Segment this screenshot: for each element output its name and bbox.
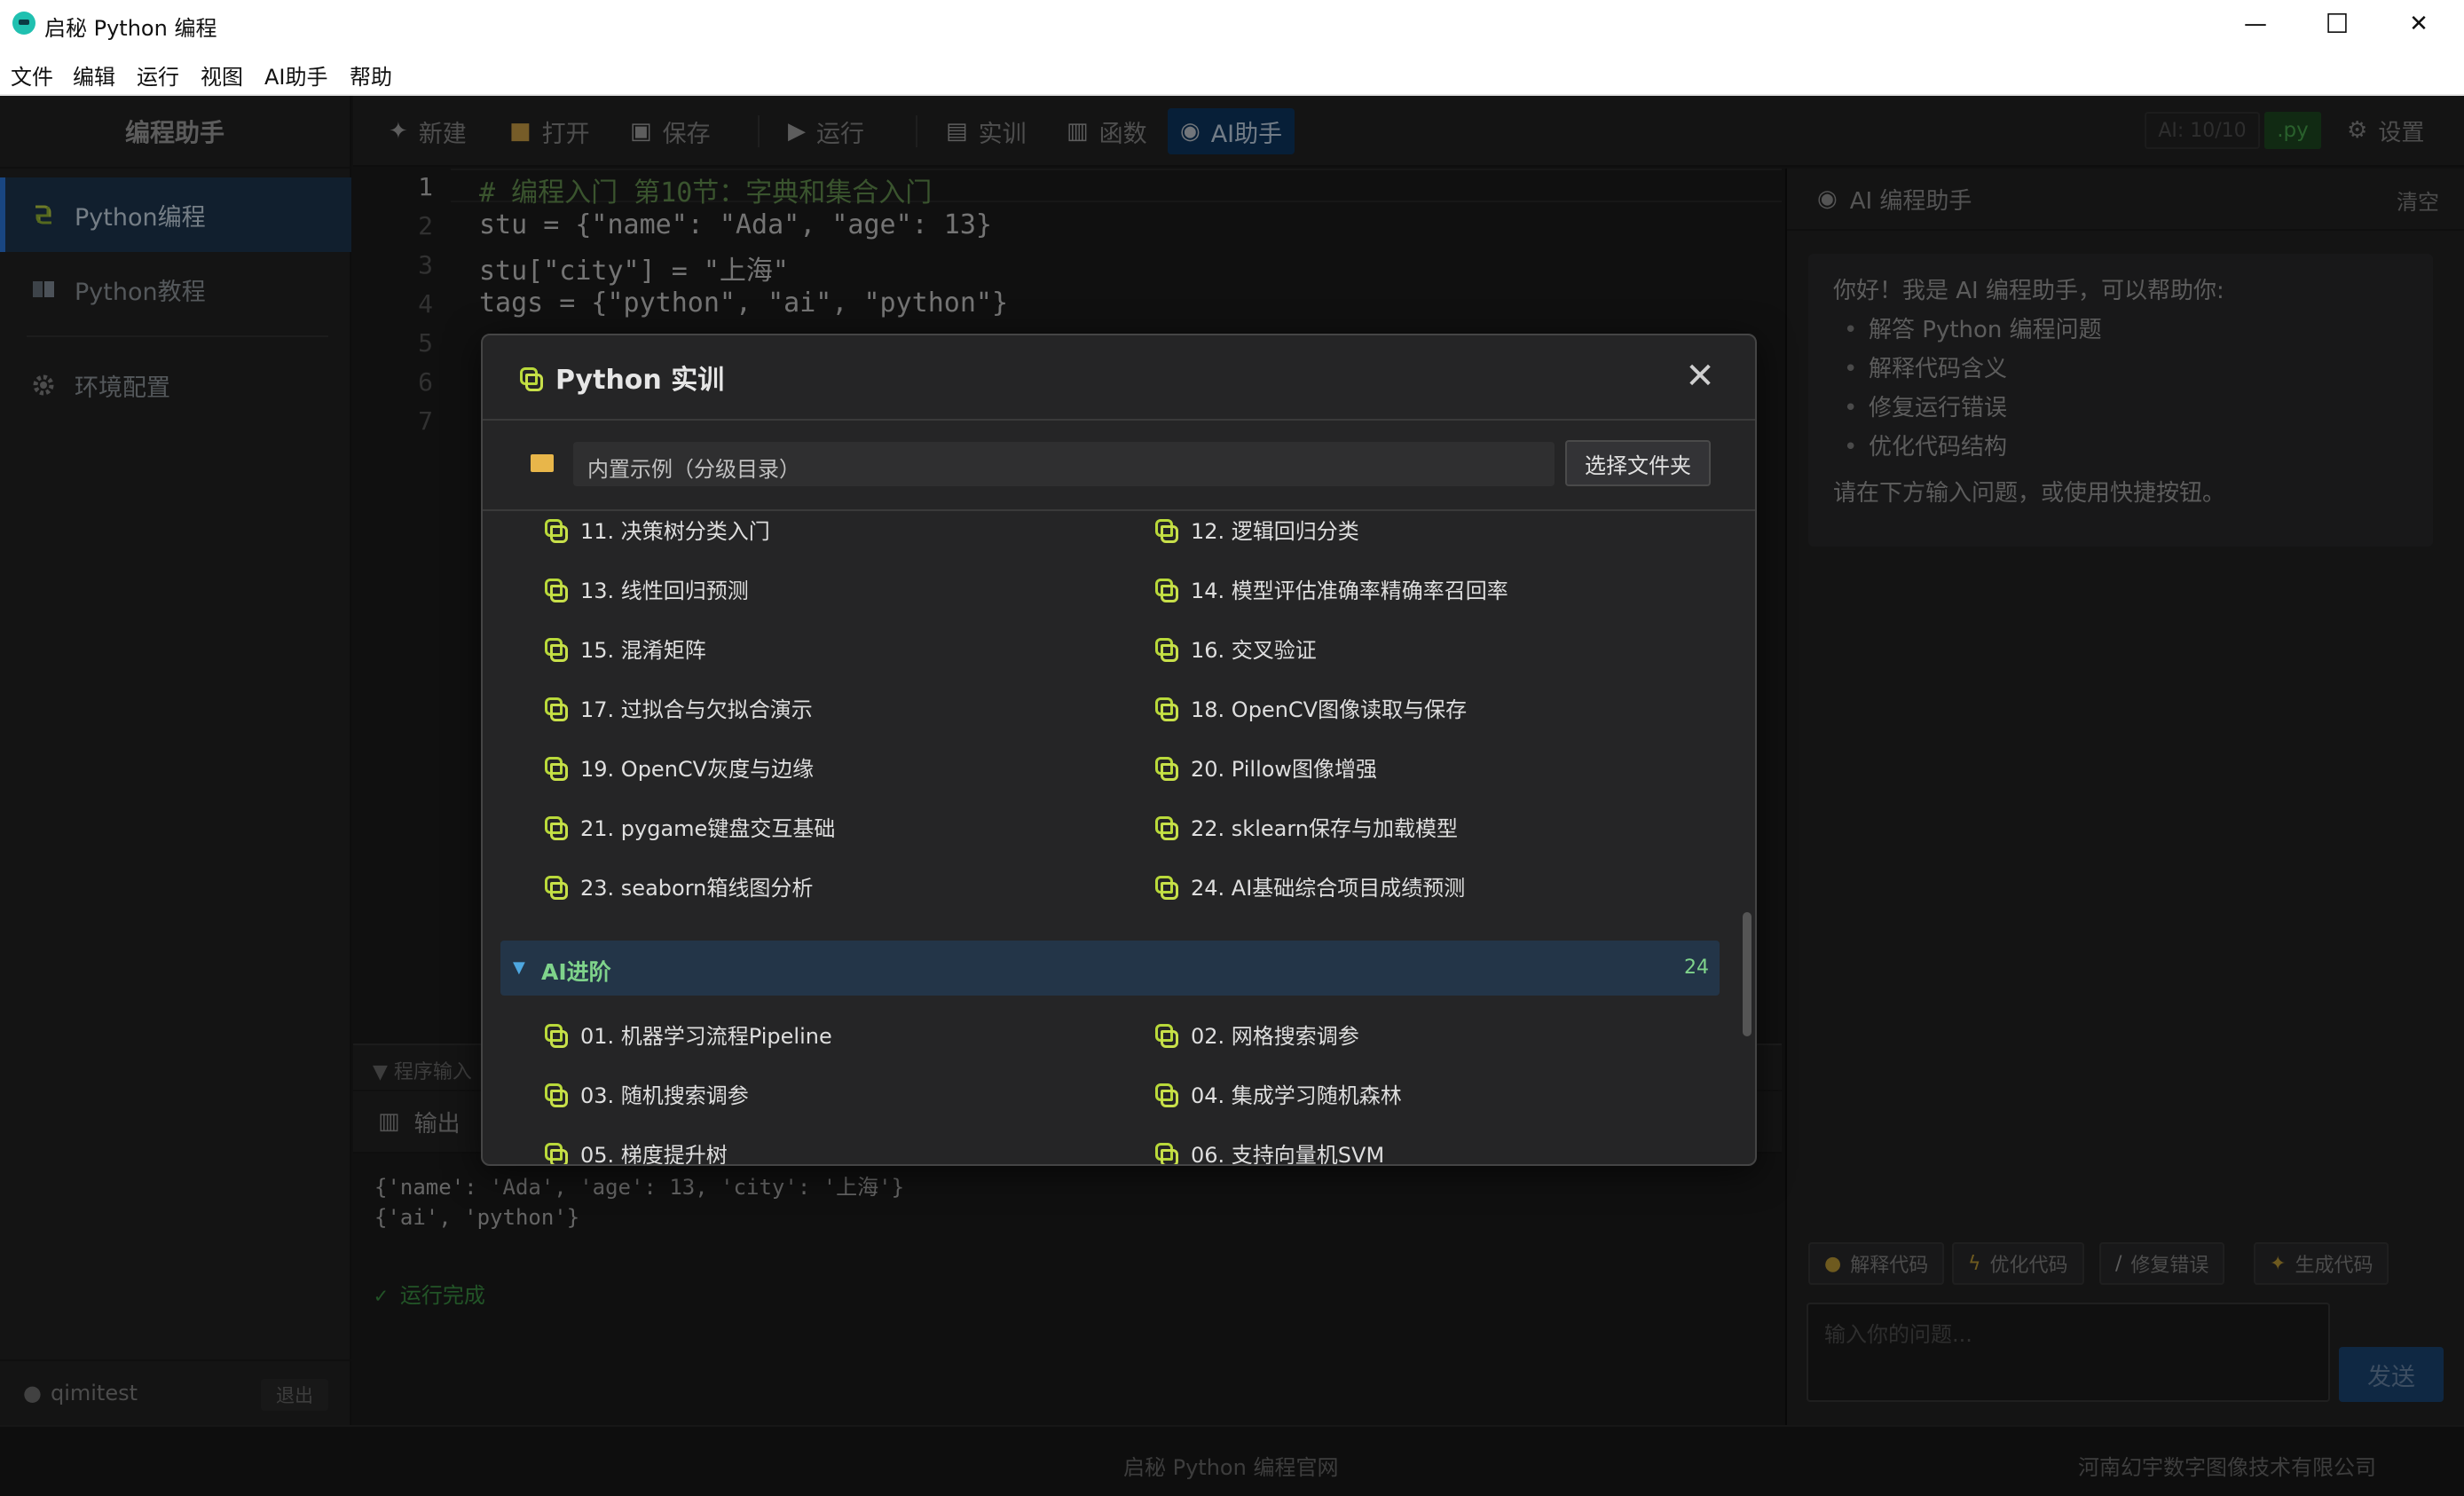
category-header-ai-advanced[interactable]: ▼ AI进阶 24 [500,941,1720,996]
dialog-header: Python 实训 [483,335,1755,421]
python-icon [543,1141,568,1164]
example-item[interactable]: 13. 线性回归预测 [543,571,749,606]
example-item[interactable]: 03. 随机搜索调参 [543,1075,749,1111]
python-icon [518,366,543,391]
example-label: 01. 机器学习流程Pipeline [580,1023,832,1049]
menu-help[interactable]: 帮助 [350,59,392,91]
folder-path-field[interactable]: 内置示例（分级目录） [573,442,1555,486]
example-label: 13. 线性回归预测 [580,578,749,603]
example-item[interactable]: 15. 混淆矩阵 [543,630,706,665]
example-label: 22. sklearn保存与加载模型 [1191,815,1458,841]
close-window-button[interactable]: ✕ [2378,0,2460,48]
dialog-title: Python 实训 [555,365,725,396]
menu-ai-assistant[interactable]: AI助手 [264,59,328,91]
example-label: 16. 交叉验证 [1191,637,1317,663]
example-item[interactable]: 12. 逻辑回归分类 [1153,511,1359,547]
example-item[interactable]: 05. 梯度提升树 [543,1135,728,1166]
chevron-down-icon: ▼ [513,958,525,977]
example-label: 05. 梯度提升树 [580,1142,728,1166]
python-icon [543,815,568,840]
category-name: AI进阶 [541,959,611,985]
python-icon [543,755,568,781]
example-label: 02. 网格搜索调参 [1191,1023,1359,1049]
python-icon [1153,815,1178,840]
example-label: 03. 随机搜索调参 [580,1083,749,1108]
python-icon [1153,755,1178,781]
app-robot-icon [12,12,35,35]
example-label: 04. 集成学习随机森林 [1191,1083,1402,1108]
category-count: 24 [1684,957,1709,979]
folder-path-bar: 内置示例（分级目录） 选择文件夹 [483,421,1755,511]
example-label: 17. 过拟合与欠拟合演示 [580,697,813,722]
example-label: 21. pygame键盘交互基础 [580,815,836,841]
example-label: 24. AI基础综合项目成绩预测 [1191,875,1466,901]
example-item[interactable]: 22. sklearn保存与加载模型 [1153,808,1458,844]
python-icon [543,636,568,662]
example-item[interactable]: 24. AI基础综合项目成绩预测 [1153,868,1465,903]
minimize-button[interactable]: — [2215,0,2296,48]
example-label: 15. 混淆矩阵 [580,637,706,663]
close-icon[interactable]: ✕ [1684,358,1716,394]
window-titlebar: 启秘 Python 编程 — ☐ ✕ [0,0,2464,48]
python-icon [543,577,568,602]
menu-view[interactable]: 视图 [201,59,243,91]
dialog-scrollbar[interactable] [1743,912,1752,1036]
python-icon [1153,517,1178,543]
python-icon [543,874,568,900]
example-item[interactable]: 18. OpenCV图像读取与保存 [1153,689,1467,725]
python-icon [1153,636,1178,662]
python-icon [1153,577,1178,602]
menu-edit[interactable]: 编辑 [73,59,115,91]
python-icon [1153,1141,1178,1164]
example-item[interactable]: 23. seaborn箱线图分析 [543,868,813,903]
python-icon [543,517,568,543]
example-item[interactable]: 17. 过拟合与欠拟合演示 [543,689,813,725]
example-item[interactable]: 04. 集成学习随机森林 [1153,1075,1402,1111]
window-title: 启秘 Python 编程 [44,16,217,41]
example-label: 06. 支持向量机SVM [1191,1142,1385,1166]
example-label: 18. OpenCV图像读取与保存 [1191,697,1468,722]
example-label: 20. Pillow图像增强 [1191,756,1378,782]
python-icon [1153,874,1178,900]
example-item[interactable]: 11. 决策树分类入门 [543,511,770,547]
python-icon [1153,1022,1178,1048]
maximize-button[interactable]: ☐ [2296,0,2378,48]
menu-bar: 文件 编辑 运行 视图 AI助手 帮助 [0,48,2464,96]
python-icon [543,696,568,721]
example-item[interactable]: 19. OpenCV灰度与边缘 [543,749,814,784]
example-item[interactable]: 01. 机器学习流程Pipeline [543,1016,832,1051]
example-list: 11. 决策树分类入门 12. 逻辑回归分类 13. 线性回归预测 14. 模型… [483,511,1755,1166]
example-item[interactable]: 21. pygame键盘交互基础 [543,808,835,844]
python-icon [543,1022,568,1048]
example-label: 14. 模型评估准确率精确率召回率 [1191,578,1508,603]
menu-file[interactable]: 文件 [11,59,53,91]
python-icon [1153,696,1178,721]
example-label: 11. 决策树分类入门 [580,518,770,544]
python-icon [543,1082,568,1107]
menu-run[interactable]: 运行 [137,59,179,91]
example-item[interactable]: 16. 交叉验证 [1153,630,1317,665]
example-label: 23. seaborn箱线图分析 [580,875,814,901]
python-icon [1153,1082,1178,1107]
example-item[interactable]: 20. Pillow图像增强 [1153,749,1377,784]
example-label: 12. 逻辑回归分类 [1191,518,1359,544]
example-item[interactable]: 14. 模型评估准确率精确率召回率 [1153,571,1508,606]
python-training-dialog: Python 实训 ✕ 内置示例（分级目录） 选择文件夹 11. 决策树分类入门… [481,334,1757,1166]
choose-folder-button[interactable]: 选择文件夹 [1565,440,1711,486]
example-label: 19. OpenCV灰度与边缘 [580,756,815,782]
example-item[interactable]: 02. 网格搜索调参 [1153,1016,1359,1051]
folder-icon [531,454,554,472]
example-item[interactable]: 06. 支持向量机SVM [1153,1135,1385,1166]
